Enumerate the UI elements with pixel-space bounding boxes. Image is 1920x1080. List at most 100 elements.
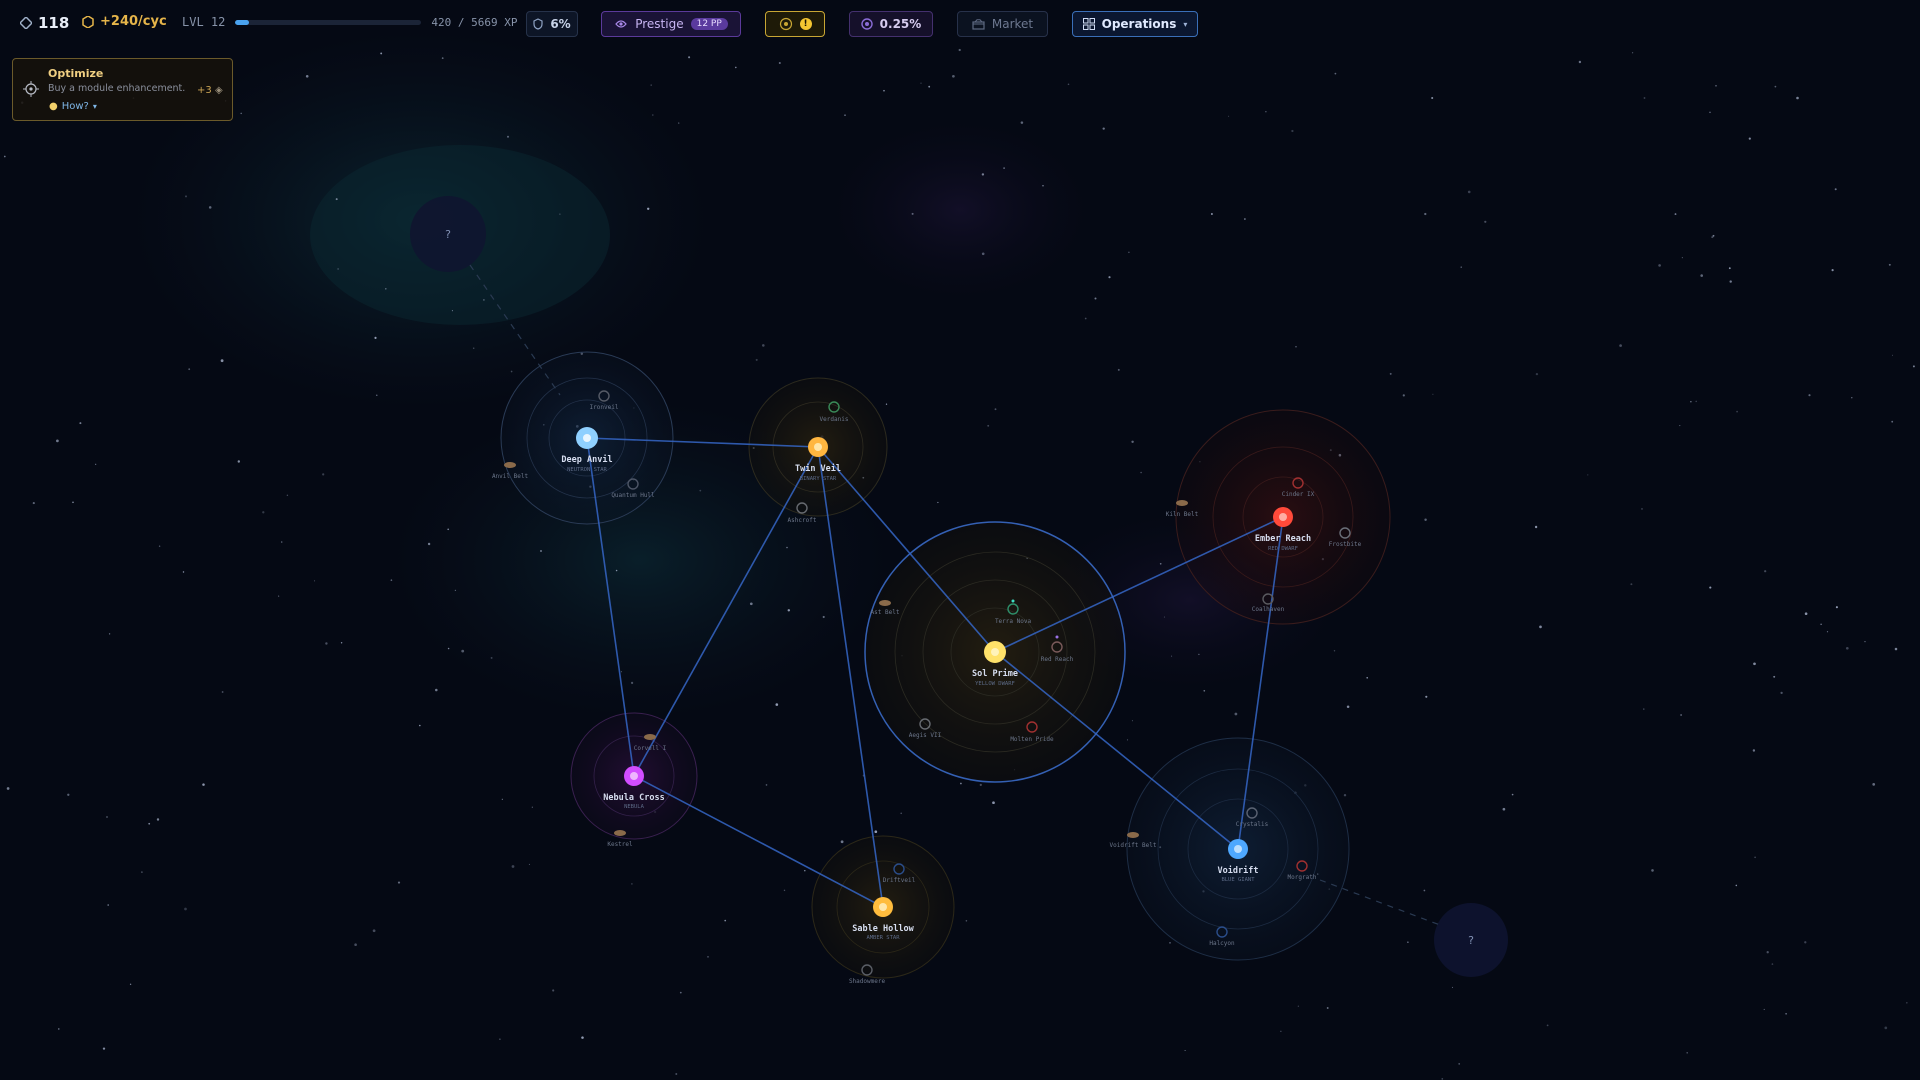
crystal-count: 118 [38, 14, 70, 32]
star-dot [441, 57, 444, 59]
star-dot [765, 784, 768, 786]
star-dot [3, 155, 6, 158]
body-label: Voidrift Belt [1110, 842, 1157, 849]
system-type: BINARY STAR [800, 476, 837, 482]
system-name: Voidrift [1218, 865, 1259, 876]
body-label: Ironveil [590, 404, 619, 411]
income-rate: +240/cyc [100, 14, 167, 29]
star-dot [79, 422, 82, 425]
shield-button[interactable]: 6% [526, 11, 578, 37]
prestige-button[interactable]: Prestige 12 PP [601, 11, 741, 37]
alert-button[interactable]: ! [765, 11, 825, 37]
operations-button[interactable]: Operations ▾ [1072, 11, 1198, 37]
orb-icon [860, 18, 873, 30]
star-dot [1402, 394, 1405, 397]
star-dot [1084, 317, 1087, 320]
star-dot [1234, 712, 1238, 716]
unknown-system-marker[interactable]: ? [1468, 934, 1474, 947]
star-dot [958, 48, 961, 52]
star-dot [447, 647, 450, 650]
star-dot [1752, 749, 1756, 752]
star-dot [1709, 586, 1712, 589]
star-dot [1674, 213, 1677, 216]
star-dot [1484, 220, 1487, 223]
star-dot [707, 956, 709, 958]
system-name: Twin Veil [795, 463, 841, 474]
star-dot [1679, 425, 1681, 427]
star-dot [1423, 889, 1426, 892]
star-dot [679, 991, 682, 994]
caret-icon: ▾ [92, 102, 97, 111]
star-dot [1796, 96, 1799, 100]
system-name: Ember Reach [1255, 534, 1311, 544]
alert-icon: ! [799, 18, 812, 30]
star-dot [883, 89, 885, 92]
star-dot [1366, 677, 1368, 679]
star-dot [992, 801, 995, 805]
star-dot [1511, 793, 1514, 796]
star-dot [900, 812, 902, 815]
star-dot [56, 439, 59, 443]
level-label: LVL 12 [182, 15, 226, 29]
star-dot [427, 542, 431, 546]
star-dot [1641, 508, 1643, 510]
market-button[interactable]: Market [957, 11, 1048, 37]
star-dot [678, 122, 680, 124]
star-dot [72, 501, 74, 504]
star-dot [647, 207, 650, 210]
star-dot [1198, 653, 1200, 656]
star-dot [1771, 963, 1774, 965]
body-label: Molten Pride [1010, 736, 1054, 743]
star-dot [325, 642, 328, 645]
lightbulb-icon: ● [49, 101, 58, 112]
star-dot [1140, 471, 1142, 474]
system-name: Sol Prime [972, 668, 1018, 679]
caret-icon: ▾ [1183, 19, 1188, 29]
objective-card[interactable]: Optimize Buy a module enhancement. +3 ◈ … [12, 58, 233, 121]
star-dot [1681, 257, 1683, 259]
unknown-system-marker[interactable]: ? [445, 228, 451, 241]
star-dot [286, 494, 289, 497]
star-dot [354, 943, 357, 946]
star-dot [778, 61, 781, 65]
market-icon [972, 18, 985, 30]
star-dot [1891, 420, 1894, 423]
body-label: Anvil Belt [492, 473, 529, 480]
star-dot [1804, 612, 1808, 615]
star-dot [699, 489, 702, 492]
star-dot [1334, 72, 1337, 75]
star-dot [490, 656, 493, 659]
star-dot [1695, 400, 1697, 403]
objective-how-toggle[interactable]: ● How? ▾ [49, 101, 97, 112]
system-type: NEUTRON STAR [567, 467, 607, 473]
star-dot [1785, 1013, 1787, 1015]
rate-button[interactable]: 0.25% [849, 11, 933, 37]
body-label: Corvell I [634, 745, 667, 752]
star-dot [1333, 650, 1336, 652]
reward-amount: +3 [197, 85, 212, 96]
star-dot [787, 609, 791, 612]
star-dot [1631, 52, 1634, 54]
xp-text: 420 / 5669 XP [431, 15, 518, 29]
star-dot [979, 783, 982, 787]
crystal-icon: ◈ [214, 85, 223, 96]
body-label: Halcyon [1209, 940, 1235, 947]
star-dot [1297, 1005, 1299, 1007]
star-dot [1343, 793, 1347, 797]
star-dot [1680, 714, 1682, 716]
star-dot [185, 195, 187, 198]
star-dot [1619, 344, 1622, 347]
body-label: Verdanis [820, 416, 849, 423]
objective-title: Optimize [48, 67, 104, 80]
star-dot [435, 688, 438, 692]
star-dot [507, 135, 509, 138]
star-dot [1128, 251, 1130, 254]
star-dot [937, 501, 939, 504]
star-dot [1203, 689, 1206, 692]
star-dot [1686, 1052, 1688, 1054]
star-dot [372, 929, 376, 933]
star-dot [581, 1036, 584, 1039]
star-dot [1804, 941, 1807, 944]
star-dot [1228, 115, 1230, 117]
star-dot [1834, 188, 1837, 191]
